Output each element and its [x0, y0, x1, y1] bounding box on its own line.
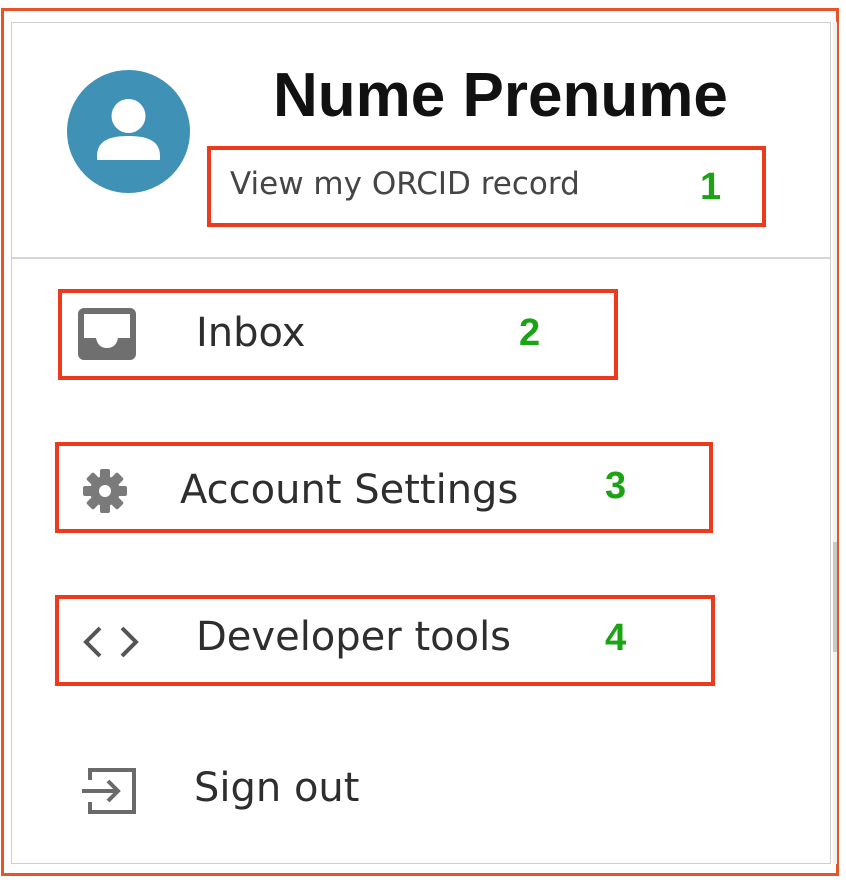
menu-item-sign-out[interactable]: Sign out	[12, 744, 772, 834]
highlight-number-3: 3	[605, 465, 627, 507]
highlight-number-4: 4	[605, 617, 627, 659]
highlight-number-2: 2	[519, 312, 541, 354]
scrollbar[interactable]	[833, 22, 837, 864]
header-divider	[12, 257, 830, 259]
scrollbar-thumb[interactable]	[833, 542, 837, 652]
highlight-box-1	[207, 146, 766, 227]
sign-out-icon	[76, 762, 156, 818]
user-avatar-icon	[67, 70, 190, 193]
user-name: Nume Prenume	[273, 61, 728, 130]
menu-item-label: Sign out	[194, 765, 360, 811]
highlight-number-1: 1	[700, 166, 722, 208]
